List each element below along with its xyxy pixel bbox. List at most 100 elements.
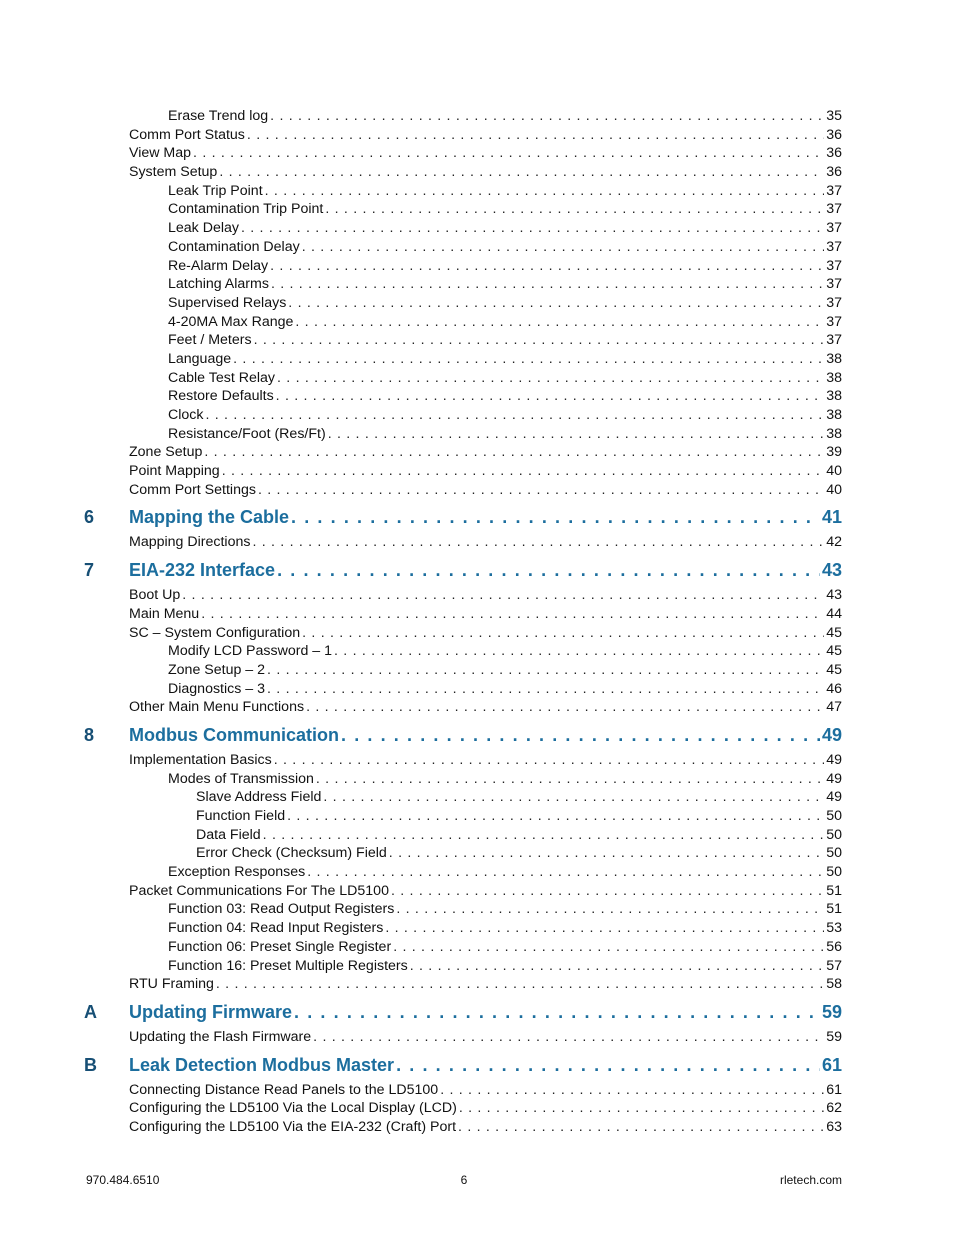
toc-entry-page: 59 [821,1001,842,1022]
toc-entry-page: 37 [826,257,842,274]
toc-entry[interactable]: Point Mapping 40 [84,462,842,481]
toc-entry[interactable]: 4-20MA Max Range 37 [84,313,842,332]
toc-entry[interactable]: Clock 38 [84,406,842,425]
toc-entry-title: Boot Up [129,587,181,604]
toc-entry-title: Leak Trip Point [168,182,263,199]
toc-chapter-entry[interactable]: 7 EIA-232 Interface 43 [84,555,842,586]
dot-leader [193,144,824,163]
toc-entry[interactable]: Resistance/Foot (Res/Ft) 38 [84,425,842,444]
toc-entry-page: 37 [826,201,842,218]
toc-entry[interactable]: Function 06: Preset Single Register 56 [84,938,842,957]
toc-chapter-entry[interactable]: B Leak Detection Modbus Master 61 [84,1050,842,1081]
dot-leader [294,997,820,1028]
toc-entry[interactable]: Function Field 50 [84,807,842,826]
toc-entry-page: 37 [826,276,842,293]
toc-entry[interactable]: Updating the Flash Firmware 59 [84,1028,842,1047]
toc-entry[interactable]: Language 38 [84,350,842,369]
toc-entry[interactable]: Implementation Basics 49 [84,751,842,770]
dot-leader [271,275,824,294]
dot-leader [307,863,824,882]
toc-entry[interactable]: Function 16: Preset Multiple Registers 57 [84,957,842,976]
toc-entry-page: 38 [826,407,842,423]
toc-chapter-entry[interactable]: A Updating Firmware 59 [84,997,842,1028]
dot-leader [396,1050,820,1081]
toc-entry[interactable]: Function 03: Read Output Registers 51 [84,900,842,919]
toc-entry-page: 38 [826,425,842,442]
toc-entry-title: Other Main Menu Functions [129,699,305,716]
dot-leader [459,1099,824,1118]
toc-entry[interactable]: Contamination Trip Point 37 [84,200,842,219]
toc-entry[interactable]: Leak Trip Point 37 [84,182,842,201]
dot-leader [263,826,825,845]
toc-entry[interactable]: Diagnostics – 3 46 [84,680,842,699]
toc-entry[interactable]: Leak Delay 37 [84,219,842,238]
toc-entry-title: Function 04: Read Input Registers [168,920,384,937]
toc-entry[interactable]: Data Field 50 [84,826,842,845]
toc-entry[interactable]: View Map 36 [84,144,842,163]
toc-entry-page: 36 [826,164,842,181]
toc-entry[interactable]: System Setup 36 [84,163,842,182]
toc-entry-page: 50 [826,845,842,862]
toc-entry[interactable]: Connecting Distance Read Panels to the L… [84,1081,842,1100]
dot-leader [277,369,824,388]
toc-entry[interactable]: RTU Framing 58 [84,975,842,994]
toc-entry[interactable]: Modes of Transmission 49 [84,770,842,789]
toc-entry[interactable]: Other Main Menu Functions 47 [84,698,842,717]
toc-entry-title: Error Check (Checksum) Field [196,845,387,862]
toc-entry[interactable]: Cable Test Relay 38 [84,369,842,388]
toc-entry[interactable]: Error Check (Checksum) Field 50 [84,844,842,863]
toc-entry-page: 35 [826,108,842,124]
dot-leader [205,406,824,425]
toc-entry[interactable]: Contamination Delay 37 [84,238,842,257]
toc-entry[interactable]: Exception Responses 50 [84,863,842,882]
dot-leader [341,720,820,751]
toc-entry[interactable]: Packet Communications For The LD5100 51 [84,882,842,901]
toc-entry[interactable]: Erase Trend log 35 [84,107,842,126]
toc-entry[interactable]: Modify LCD Password – 1 45 [84,642,842,661]
toc-entry-title: Updating Firmware [129,1001,293,1022]
toc-entry-page: 58 [826,976,842,993]
dot-leader [276,387,825,406]
toc-entry-page: 50 [826,808,842,824]
toc-entry-title: Configuring the LD5100 Via the Local Dis… [129,1100,457,1117]
toc-entry-page: 37 [826,294,842,311]
toc-entry[interactable]: Function 04: Read Input Registers 53 [84,919,842,938]
dot-leader [316,770,824,789]
toc-entry-page: 43 [826,587,842,604]
toc-entry-page: 37 [826,313,842,330]
toc-entry[interactable]: Feet / Meters 37 [84,331,842,350]
toc-entry[interactable]: Zone Setup 39 [84,443,842,462]
toc-entry[interactable]: Comm Port Status 36 [84,126,842,145]
toc-entry-title: 4-20MA Max Range [168,313,294,330]
toc-chapter-entry[interactable]: 8 Modbus Communication 49 [84,720,842,751]
dot-leader [247,126,824,145]
toc-entry[interactable]: Main Menu 44 [84,605,842,624]
toc-entry[interactable]: SC – System Configuration 45 [84,624,842,643]
toc-entry-title: Modes of Transmission [168,770,314,787]
toc-entry[interactable]: Restore Defaults 38 [84,387,842,406]
toc-entry[interactable]: Re-Alarm Delay 37 [84,257,842,276]
toc-entry[interactable]: Supervised Relays 37 [84,294,842,313]
toc-entry-page: 45 [826,643,842,660]
toc-entry[interactable]: Comm Port Settings 40 [84,481,842,500]
dot-leader [254,331,825,350]
toc-entry[interactable]: Slave Address Field 49 [84,788,842,807]
dot-leader [270,257,824,276]
toc-entry-title: Modify LCD Password – 1 [168,643,333,660]
toc-entry-page: 39 [826,444,842,461]
toc-entry[interactable]: Zone Setup – 2 45 [84,661,842,680]
toc-entry[interactable]: Mapping Directions 42 [84,533,842,552]
toc-entry-title: Mapping the Cable [129,507,290,528]
dot-leader [328,425,825,444]
toc-entry[interactable]: Boot Up 43 [84,586,842,605]
toc-chapter-entry[interactable]: 6 Mapping the Cable 41 [84,502,842,533]
dot-leader [287,807,824,826]
toc-entry-title: Re-Alarm Delay [168,257,269,274]
toc-entry-title: Latching Alarms [168,276,269,293]
toc-entry[interactable]: Configuring the LD5100 Via the Local Dis… [84,1099,842,1118]
dot-leader [291,502,820,533]
toc-entry[interactable]: Latching Alarms 37 [84,275,842,294]
toc-entry-page: 45 [826,624,842,641]
toc-entry[interactable]: Configuring the LD5100 Via the EIA-232 (… [84,1118,842,1137]
footer-website[interactable]: rletech.com [590,1173,842,1187]
